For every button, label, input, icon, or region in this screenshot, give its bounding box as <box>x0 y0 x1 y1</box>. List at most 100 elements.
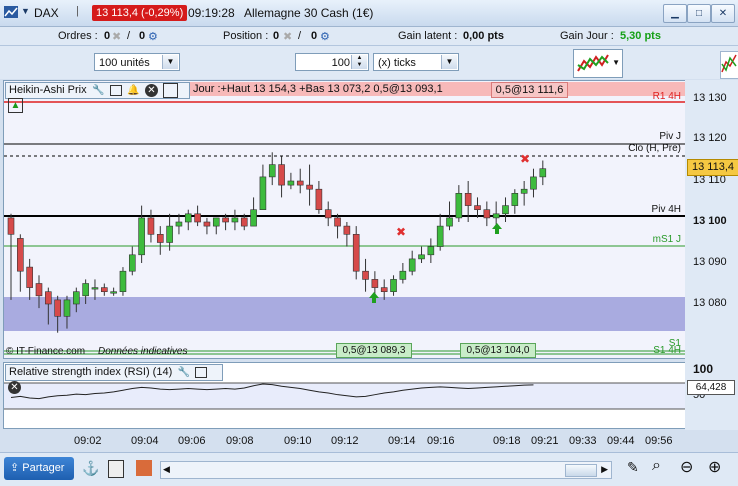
candle-body <box>119 270 127 292</box>
candle-body <box>259 176 267 211</box>
y-tick: 13 100 <box>693 215 727 227</box>
chevron-down-icon[interactable]: ▼ <box>162 55 178 69</box>
indicator-title: Heikin-Ashi Prix <box>9 84 87 97</box>
piv4h-level-label: Piv 4H <box>651 204 681 215</box>
close-icon[interactable]: ✕ <box>8 380 21 394</box>
order-bottom-left[interactable]: 0,5@13 089,3 <box>336 343 412 358</box>
candle-body <box>502 205 509 215</box>
candle-body <box>306 184 313 190</box>
gear-icon[interactable]: ⚙ <box>320 30 330 43</box>
anchor-icon[interactable]: ⚓ <box>82 460 99 477</box>
position-value: 0 <box>273 30 280 42</box>
grid-icon[interactable] <box>108 460 124 478</box>
time-tick: 09:04 <box>131 435 159 447</box>
price-chart[interactable]: ✖ ✖ Heikin-Ashi Prix 🔧 🔔 ✕ ▲ Jour :+Haut … <box>3 80 686 359</box>
watermark: © IT-Finance.com <box>6 346 86 357</box>
separator: / <box>127 30 131 42</box>
candle-body <box>324 209 332 219</box>
minimize-button[interactable]: ▁ <box>663 4 687 23</box>
time-tick: 09:16 <box>427 435 455 447</box>
quantity-value: 100 <box>331 57 350 69</box>
candle-body <box>334 217 341 227</box>
price-axis[interactable]: 13 130 13 120 13 110 13 100 13 090 13 08… <box>685 80 738 430</box>
time-tick: 09:14 <box>388 435 416 447</box>
scroll-thumb[interactable] <box>565 464 597 477</box>
rsi-panel[interactable]: Relative strength index (RSI) (14) 🔧 ✕ <box>3 362 686 429</box>
y-tick: 13 130 <box>693 92 727 104</box>
layers-icon[interactable] <box>136 460 152 476</box>
candle-body <box>296 180 304 186</box>
candle-body <box>511 193 519 206</box>
sell-marker-icon: ✖ <box>520 152 530 166</box>
candle-body <box>54 299 61 317</box>
close-icon[interactable]: ✕ <box>144 84 158 97</box>
window-icon[interactable] <box>109 85 122 96</box>
candle-body <box>101 287 108 293</box>
candle-body <box>390 279 397 292</box>
price-chart-canvas[interactable]: ✖✖ <box>4 81 685 358</box>
wrench-icon[interactable]: 🔧 <box>177 366 190 379</box>
horizontal-scrollbar[interactable]: ◀ ▶ <box>160 461 612 479</box>
orders-cancel-icon[interactable]: ✖ <box>112 30 121 43</box>
bell-icon[interactable]: 🔔 <box>127 84 140 97</box>
close-button[interactable]: ✕ <box>711 4 735 23</box>
time-axis[interactable]: 09:02 09:04 09:06 09:08 09:10 09:12 09:1… <box>0 430 738 452</box>
zoom-in-icon[interactable]: ⊕ <box>708 457 721 477</box>
candle-body <box>483 209 491 219</box>
instrument-name: Allemagne 30 Cash (1€) <box>244 6 374 20</box>
time-tick: 09:08 <box>226 435 254 447</box>
symbol-label[interactable]: DAX <box>34 6 59 20</box>
clo-level-label: Clo (H, Pre) <box>628 143 681 154</box>
position-cancel-icon[interactable]: ✖ <box>283 30 292 43</box>
candle-body <box>222 217 229 223</box>
quantity-stepper[interactable]: 100 ▲ ▼ <box>295 53 369 71</box>
candle-body <box>427 246 435 256</box>
wrench-icon[interactable]: 🔧 <box>92 84 105 97</box>
separator: | <box>76 5 79 17</box>
scroll-right-icon[interactable]: ▶ <box>601 464 608 475</box>
chart-type-icon <box>577 54 609 72</box>
candle-body <box>287 180 295 186</box>
zoom-fit-icon[interactable]: ⌕ <box>652 457 661 475</box>
toolbar: 100 unités ▼ 100 ▲ ▼ (x) ticks ▼ ▼ <box>0 46 738 79</box>
share-button[interactable]: ⇪ Partager <box>4 457 74 480</box>
candle-body <box>184 213 192 223</box>
time-tick: 09:06 <box>178 435 206 447</box>
candle-body <box>492 213 500 219</box>
spin-icon[interactable]: ▲ ▼ <box>351 55 367 69</box>
side-chart-icon[interactable] <box>720 51 738 79</box>
tick-mode-value: (x) ticks <box>378 57 416 69</box>
maximize-button[interactable]: □ <box>687 4 711 23</box>
chart-type-button[interactable]: ▼ <box>573 49 623 78</box>
units-dropdown[interactable]: 100 unités ▼ <box>94 53 180 71</box>
candle-body <box>194 213 201 223</box>
order-top-label[interactable]: 0,5@13 111,6 <box>491 82 568 98</box>
chevron-down-icon[interactable]: ▼ <box>21 6 30 16</box>
y-tick: 13 120 <box>693 132 727 144</box>
chevron-down-icon[interactable]: ▼ <box>612 58 620 67</box>
chevron-down-icon[interactable]: ▼ <box>441 55 457 69</box>
arrow-up-icon[interactable]: ▲ <box>8 98 23 114</box>
zoom-out-icon[interactable]: ⊖ <box>680 457 693 477</box>
gear-icon[interactable]: ⚙ <box>148 30 158 43</box>
candle-body <box>464 193 472 206</box>
wand-icon[interactable]: ✎ <box>627 459 639 476</box>
window-icon[interactable] <box>195 366 208 378</box>
candle-body <box>371 279 379 288</box>
chart-band-upper <box>4 81 685 297</box>
info-bar: Ordres : 0 ✖ / 0 ⚙ Position : 0 ✖ / 0 ⚙ … <box>0 27 738 46</box>
tick-mode-dropdown[interactable]: (x) ticks ▼ <box>373 53 459 71</box>
time-tick: 09:12 <box>331 435 359 447</box>
watermark-note: Données indicatives <box>98 346 188 357</box>
square-icon[interactable] <box>162 83 178 98</box>
order-bottom-right[interactable]: 0,5@13 104,0 <box>460 343 536 358</box>
candle-body <box>352 234 360 272</box>
time-tick: 09:02 <box>74 435 102 447</box>
r1-level-label: R1 4H <box>652 91 681 102</box>
candle-body <box>212 217 220 227</box>
time-tick: 09:56 <box>645 435 673 447</box>
time-tick: 09:33 <box>569 435 597 447</box>
scroll-left-icon[interactable]: ◀ <box>163 464 170 475</box>
time-tick: 09:10 <box>284 435 312 447</box>
gain-jour-label: Gain Jour : <box>560 30 614 42</box>
